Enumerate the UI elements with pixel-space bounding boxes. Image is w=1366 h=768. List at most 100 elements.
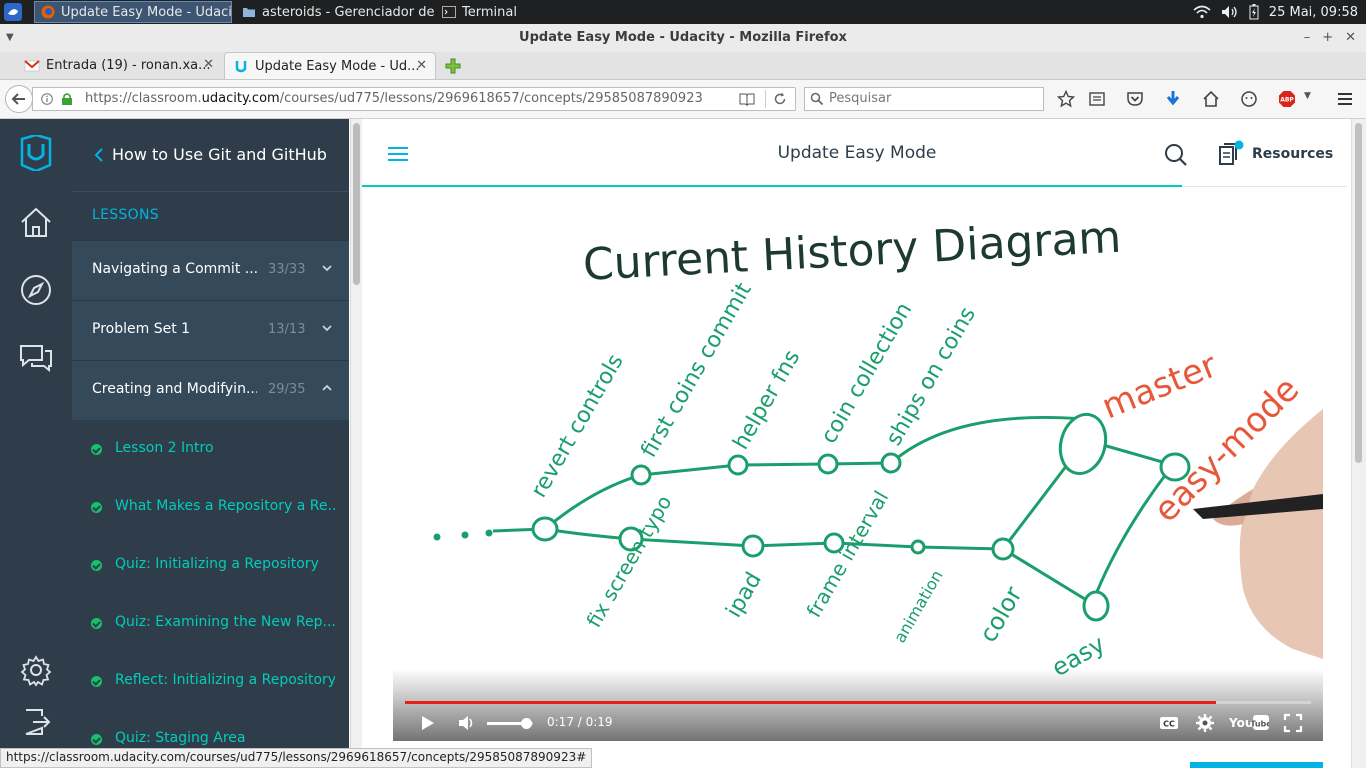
lessons-heading: LESSONS [72,191,349,240]
reader-view-icon[interactable] [739,92,755,106]
forum-icon[interactable] [18,340,54,376]
wifi-icon[interactable] [1193,5,1211,19]
taskbar-item-label: Update Easy Mode - Udaci... [61,4,232,20]
scrollbar-thumb[interactable] [353,123,360,285]
lesson-item[interactable]: Navigating a Commit ... 33/33 [72,240,349,300]
pocket-icon[interactable] [1126,90,1144,108]
volume-icon[interactable] [457,713,477,733]
volume-icon[interactable] [1221,5,1239,19]
bookmark-star-icon[interactable] [1057,90,1075,108]
concept-item[interactable]: What Makes a Repository a Re... [72,478,349,536]
tab-gmail[interactable]: Entrada (19) - ronan.xa... ✕ [0,52,222,79]
window-titlebar: ▼ Update Easy Mode - Udacity - Mozilla F… [0,24,1366,53]
tab-close-icon[interactable]: ✕ [203,57,214,72]
course-title: How to Use Git and GitHub [112,145,327,164]
concept-name: Lesson 2 Intro [115,440,214,456]
udacity-icon-rail [0,119,72,768]
bookmarks-list-icon[interactable] [1088,90,1106,108]
maximize-icon[interactable]: + [1322,24,1333,52]
search-placeholder: Pesquisar [829,91,892,106]
download-icon[interactable] [1164,90,1182,108]
chat-icon[interactable] [1240,90,1258,108]
clock[interactable]: 25 Mai, 09:58 [1269,5,1358,20]
search-icon [810,92,824,106]
completed-check-icon [91,676,102,687]
menu-icon[interactable] [1336,90,1354,108]
lesson-progress-count: 33/33 [268,262,306,277]
search-icon[interactable] [1164,143,1188,167]
svg-text:CC: CC [1163,720,1175,729]
logout-icon[interactable] [18,704,54,740]
concept-name: What Makes a Repository a Re... [115,498,335,514]
concept-name: Quiz: Examining the New Rep... [115,614,335,630]
battery-icon[interactable] [1249,4,1259,20]
concept-item[interactable]: Lesson 2 Intro [72,420,349,478]
url-text: https://classroom.udacity.com/courses/ud… [85,91,703,106]
content-scrollbar[interactable] [1351,119,1366,768]
window-menu-icon[interactable]: ▼ [6,32,14,43]
volume-slider-handle[interactable] [521,718,532,729]
commit-label: ipad [722,568,767,622]
concept-item[interactable]: Quiz: Initializing a Repository [72,536,349,594]
play-icon[interactable] [417,713,437,733]
volume-slider[interactable] [487,718,533,729]
board-title: Current History Diagram [582,219,1123,291]
taskbar-item-terminal[interactable]: Terminal [436,1,536,23]
taskbar-item-firefox[interactable]: Update Easy Mode - Udaci... [34,1,232,23]
chevron-up-icon [322,384,332,391]
whiteboard-diagram: Current History Diagram revert controls … [433,219,1323,682]
fullscreen-icon[interactable] [1283,713,1303,733]
concept-name: Quiz: Staging Area [115,730,246,746]
firefox-icon [41,5,55,19]
lock-icon[interactable] [61,92,73,106]
branch-label-master: master [1096,345,1222,427]
adblock-plus-icon[interactable]: ABP [1278,90,1296,108]
home-icon[interactable] [18,205,54,241]
course-back-link[interactable]: How to Use Git and GitHub [72,119,349,191]
lesson-item[interactable]: Problem Set 1 13/13 [72,300,349,360]
window-title: Update Easy Mode - Udacity - Mozilla Fir… [519,30,847,45]
youtube-logo-icon[interactable]: YouTube [1229,714,1269,732]
home-icon[interactable] [1202,90,1220,108]
video-progress-fill[interactable] [405,701,1216,704]
settings-gear-icon[interactable] [1195,713,1215,733]
system-tray: 25 Mai, 09:58 [1193,0,1366,24]
info-icon[interactable] [41,93,53,105]
search-input[interactable]: Pesquisar [804,87,1044,111]
lesson-item[interactable]: Creating and Modifyin... 29/35 [72,360,349,420]
tab-udacity[interactable]: Update Easy Mode - Ud... ✕ [224,52,436,79]
next-concept-button[interactable] [1190,762,1323,768]
chevron-down-icon [322,325,332,332]
video-player[interactable]: Current History Diagram revert controls … [393,219,1323,741]
commit-labels: revert controls first coins commit helpe… [527,278,1110,682]
udacity-logo-icon[interactable] [18,135,54,171]
close-icon[interactable]: ✕ [1345,24,1356,52]
concept-item[interactable]: Reflect: Initializing a Repository [72,652,349,710]
lessons-drawer: How to Use Git and GitHub LESSONS Naviga… [72,119,349,768]
reload-icon[interactable] [773,92,787,106]
url-bar[interactable]: https://classroom.udacity.com/courses/ud… [32,87,796,111]
back-button[interactable] [5,85,33,113]
captions-icon[interactable]: CC [1159,713,1179,733]
svg-text:ABP: ABP [1280,97,1294,104]
commit-label: color [974,582,1028,647]
new-tab-icon[interactable] [444,57,462,75]
minimize-icon[interactable]: – [1304,24,1311,52]
scrollbar-thumb[interactable] [1355,123,1362,463]
completed-check-icon [91,618,102,629]
terminal-icon [442,6,456,18]
navigation-toolbar: https://classroom.udacity.com/courses/ud… [0,80,1366,119]
compass-icon[interactable] [18,272,54,308]
commit-label: helper fns [729,346,806,454]
resources-button[interactable]: Resources [1218,139,1333,169]
xfce-menu-icon[interactable] [4,3,22,21]
taskbar-item-file-manager[interactable]: asteroids - Gerenciador de ... [236,1,434,23]
completed-check-icon [91,560,102,571]
page-title: Update Easy Mode [777,143,937,163]
settings-gear-icon[interactable] [18,652,54,688]
commit-label: animation [890,567,947,646]
concept-item[interactable]: Quiz: Examining the New Rep... [72,594,349,652]
gmail-icon [24,60,40,72]
adblock-menu-icon[interactable]: ▼ [1304,91,1311,101]
tab-close-icon[interactable]: ✕ [416,58,427,73]
